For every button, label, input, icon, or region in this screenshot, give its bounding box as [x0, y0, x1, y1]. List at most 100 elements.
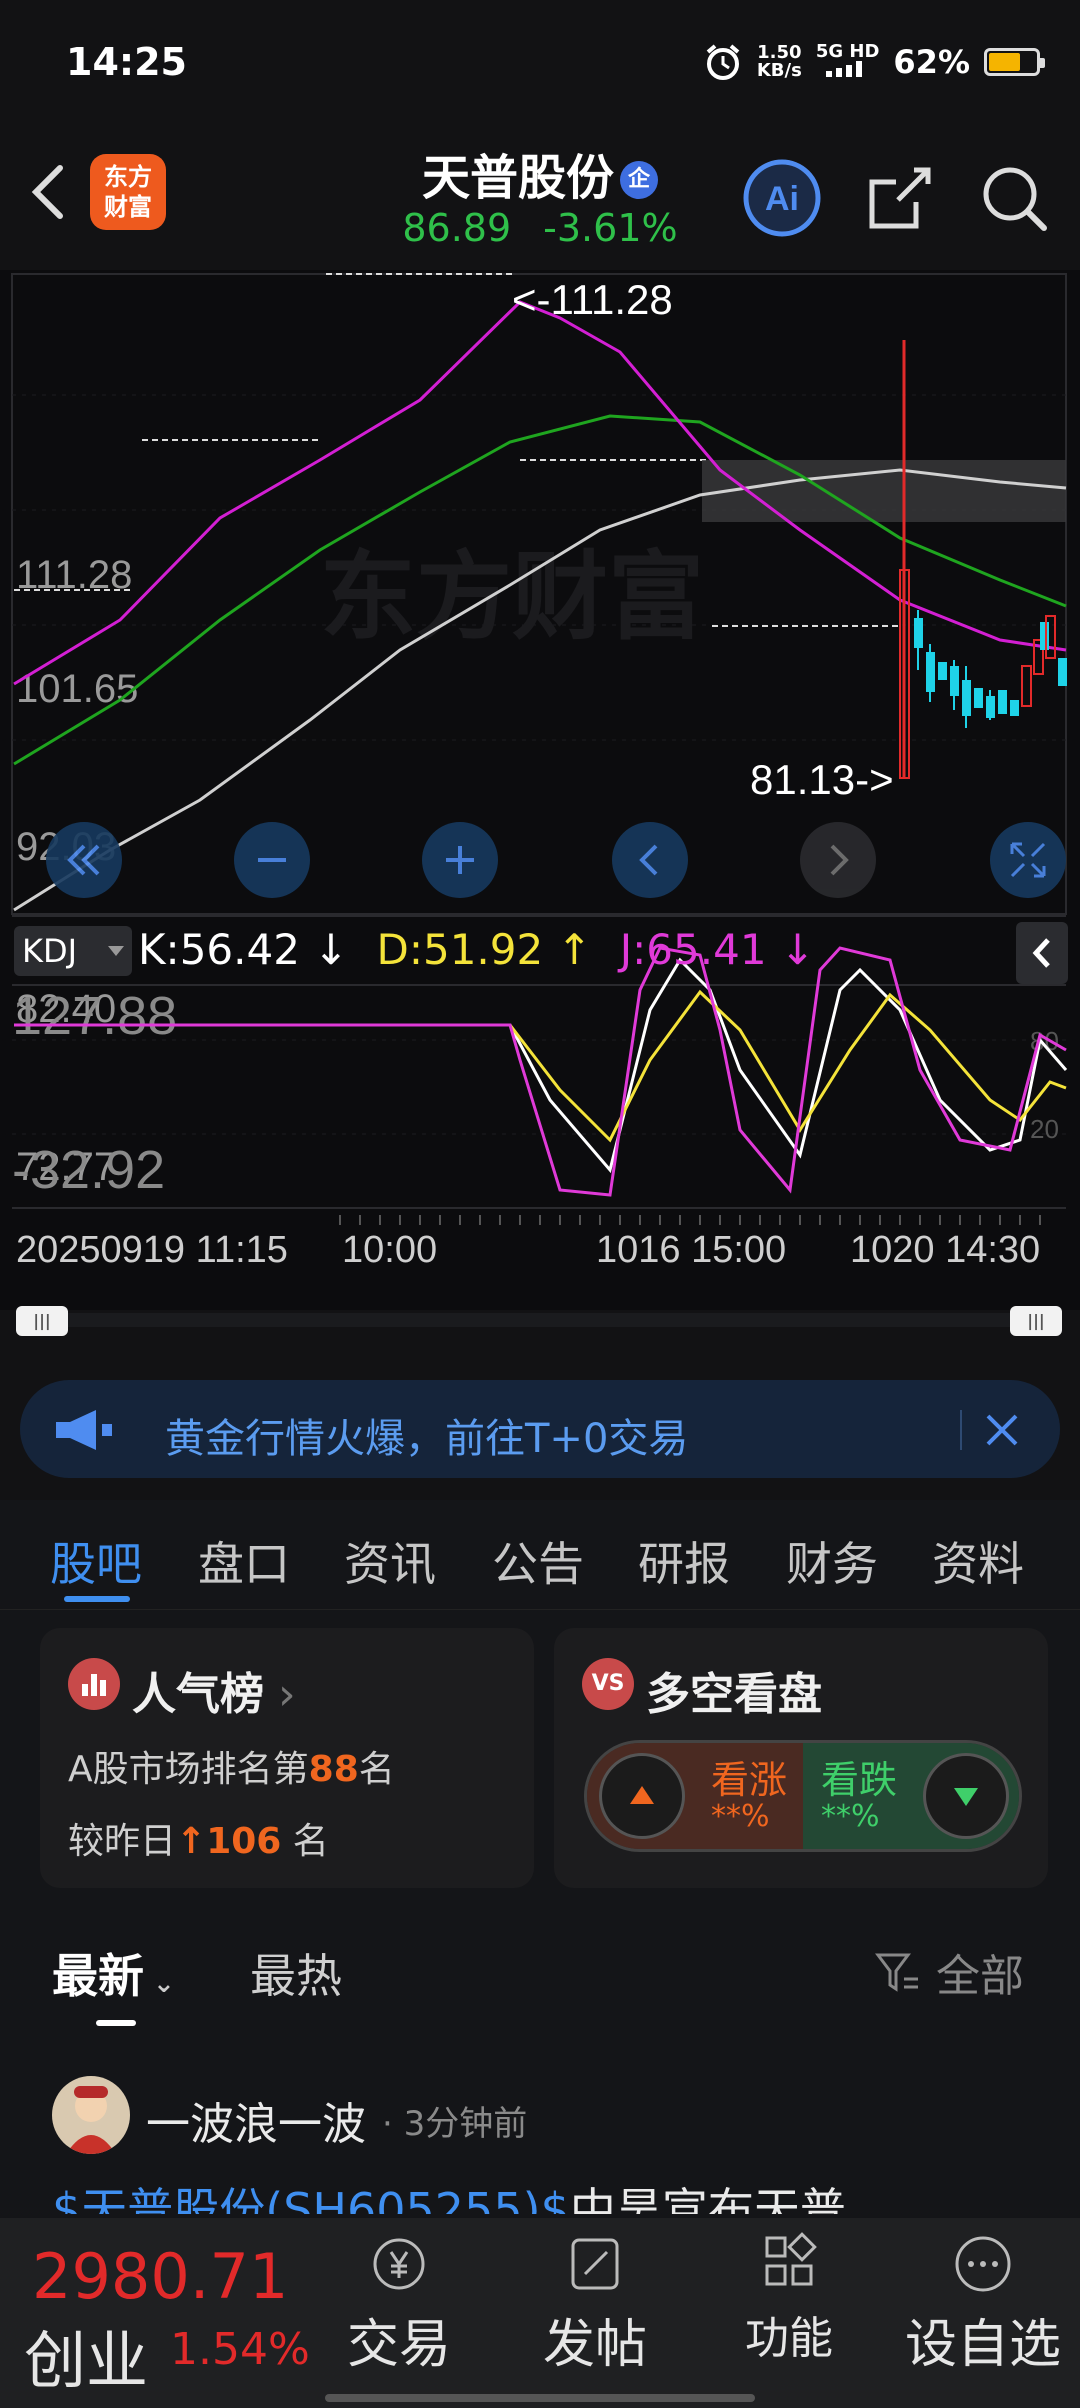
- alarm-icon: [706, 44, 740, 80]
- post-body[interactable]: $天普股份(SH605255)$中昊宣布天普: [52, 2178, 846, 2214]
- kdj-values: K:56.42 ↓ D:51.92 ↑ J:65.41 ↓: [138, 920, 815, 980]
- tab-announcements[interactable]: 公告: [492, 1528, 584, 1594]
- bear-label: 看跌: [821, 1758, 898, 1802]
- edit-icon: [571, 2238, 619, 2290]
- filter-label: 全部: [936, 1951, 1024, 2002]
- close-icon[interactable]: [980, 1408, 1024, 1452]
- post-time: · 3分钟前: [382, 2104, 528, 2144]
- nav-trade[interactable]: 交易: [314, 2232, 484, 2377]
- chevron-right-icon: [830, 844, 849, 876]
- post-text: 中昊宣布天普: [569, 2183, 846, 2214]
- bull-bear-title: 多空看盘: [646, 1669, 822, 1720]
- nav-watchlist-label: 设自选: [904, 2315, 1061, 2375]
- stock-name: 天普股份: [421, 150, 614, 206]
- nav-post[interactable]: 发帖: [510, 2232, 680, 2377]
- feed-tab-hot[interactable]: 最热: [250, 1940, 342, 2006]
- bull-label: 看涨: [711, 1758, 788, 1802]
- banner-divider: [960, 1410, 962, 1450]
- battery-icon: [984, 48, 1045, 76]
- battery-percent: 62%: [893, 43, 970, 81]
- chart-scrollbar[interactable]: [18, 1313, 1060, 1327]
- rank-value: 88: [308, 1749, 359, 1790]
- post-stock-link[interactable]: $天普股份(SH605255)$: [52, 2183, 570, 2214]
- rank-change-line: 较昨日↑106 名: [68, 1812, 329, 1864]
- ai-icon[interactable]: Ai: [740, 156, 824, 240]
- kdj-j-value: J:65.41 ↓: [619, 925, 816, 974]
- time-label-4: 1020 14:30: [850, 1229, 1040, 1271]
- filter-button[interactable]: 全部: [874, 1940, 1024, 2004]
- feed-tab-latest-label: 最新: [52, 1949, 144, 2003]
- bull-bear-card[interactable]: VS 多空看盘 看涨 **% 看跌 **%: [554, 1628, 1048, 1888]
- plus-icon: [446, 846, 474, 874]
- double-left-icon: [67, 844, 100, 876]
- time-label-2: 10:00: [342, 1229, 437, 1271]
- chart-canvas[interactable]: 东方财富 111.28 101.65 92.03 82.40 72.77: [0, 270, 1080, 1310]
- collapse-button[interactable]: [1016, 922, 1068, 984]
- home-indicator[interactable]: [325, 2394, 755, 2402]
- stock-chart[interactable]: 东方财富 111.28 101.65 92.03 82.40 72.77: [0, 270, 1080, 1336]
- rank-prefix: A股市场排名第: [68, 1749, 309, 1790]
- avatar[interactable]: [52, 2076, 130, 2154]
- scroll-left-button[interactable]: [612, 822, 688, 898]
- post-author[interactable]: 一波浪一波: [146, 2088, 366, 2152]
- scroll-right-button[interactable]: [800, 822, 876, 898]
- indicator-select[interactable]: KDJ: [14, 926, 132, 976]
- tab-news[interactable]: 资讯: [344, 1528, 436, 1594]
- feed-tab-latest[interactable]: 最新 ⌄: [52, 1940, 175, 2006]
- index-name[interactable]: 创业: [24, 2310, 148, 2400]
- ranking-icon: [68, 1658, 120, 1710]
- kdj-max-label: 127.88: [12, 986, 177, 1046]
- status-indicators: 1.50 KB/s 5G HD 62%: [703, 40, 1045, 84]
- popularity-title-text: 人气榜: [132, 1669, 264, 1720]
- fullscreen-button[interactable]: [990, 822, 1066, 898]
- scroll-handle-left[interactable]: |||: [16, 1306, 68, 1336]
- rank-suffix: 名: [358, 1749, 395, 1790]
- speed-unit: KB/s: [756, 60, 802, 81]
- tab-finance[interactable]: 财务: [786, 1528, 878, 1594]
- nav-functions[interactable]: 功能: [704, 2232, 874, 2366]
- vote-up-button[interactable]: [599, 1753, 685, 1839]
- status-time: 14:25: [66, 40, 187, 84]
- tab-profile[interactable]: 资料: [932, 1528, 1024, 1594]
- kdj-d-value: D:51.92 ↑: [376, 925, 592, 974]
- time-label-3: 1016 15:00: [596, 1229, 786, 1271]
- post-header[interactable]: 一波浪一波 · 3分钟前: [0, 2070, 1080, 2160]
- scroll-handle-right[interactable]: |||: [1010, 1306, 1062, 1336]
- vote-pill: 看涨 **% 看跌 **%: [584, 1740, 1022, 1852]
- active-tab-indicator: [64, 1596, 130, 1602]
- chart-watermark: 东方财富: [320, 541, 704, 653]
- share-icon[interactable]: [858, 156, 942, 240]
- zoom-out-button[interactable]: [234, 822, 310, 898]
- nav-trade-label: 交易: [346, 2315, 451, 2375]
- status-bar: 14:25 1.50 KB/s 5G HD 62%: [0, 0, 1080, 130]
- change-value: 106: [206, 1821, 282, 1862]
- stock-header: 东方 财富 天普股份企 86.89 -3.61% Ai: [0, 130, 1080, 270]
- tab-research[interactable]: 研报: [638, 1528, 730, 1594]
- chevron-left-icon: [1032, 938, 1050, 968]
- index-value[interactable]: 2980.71: [32, 2240, 288, 2313]
- filter-icon: [875, 1953, 918, 1992]
- chevron-down-icon: ⌄: [144, 1969, 175, 1999]
- index-percent: 1.54%: [170, 2324, 310, 2375]
- popularity-card[interactable]: 人气榜 › A股市场排名第88名 较昨日↑106 名: [40, 1628, 534, 1888]
- nav-watchlist[interactable]: 设自选: [898, 2232, 1068, 2377]
- time-axis-ticks: [339, 1215, 1041, 1225]
- popularity-title: 人气榜 ›: [132, 1658, 296, 1722]
- svg-text:Ai: Ai: [765, 180, 799, 218]
- promo-banner[interactable]: 黄金行情火爆，前往T+0交易: [20, 1380, 1060, 1478]
- feed-tab-indicator: [96, 2020, 136, 2026]
- more-icon: [955, 2236, 1011, 2292]
- triangle-up-icon: [630, 1786, 654, 1804]
- rewind-button[interactable]: [46, 822, 122, 898]
- chevron-down-icon: [108, 946, 124, 956]
- zoom-in-button[interactable]: [422, 822, 498, 898]
- high-label: <-111.28: [512, 276, 673, 323]
- vote-down-button[interactable]: [923, 1753, 1009, 1839]
- search-icon[interactable]: [972, 156, 1056, 240]
- tab-pankou[interactable]: 盘口: [198, 1528, 290, 1594]
- kdj-20-label: 20: [1030, 1114, 1059, 1144]
- stock-change: -3.61%: [543, 206, 678, 250]
- tab-guba[interactable]: 股吧: [50, 1528, 142, 1594]
- price-label-2: 101.65: [16, 667, 138, 711]
- network-type: 5G HD: [816, 43, 879, 81]
